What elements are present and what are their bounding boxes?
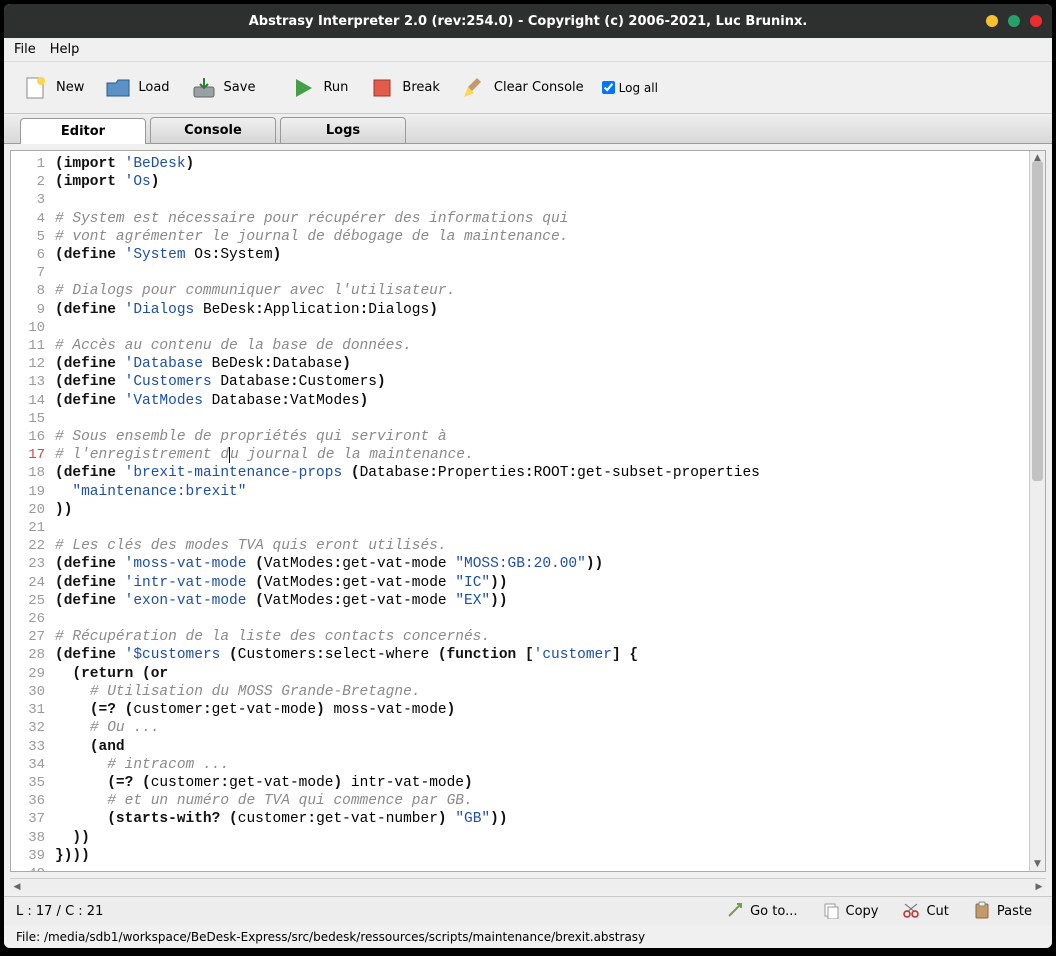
menu-file[interactable]: File (14, 42, 36, 57)
maximize-button[interactable] (1008, 15, 1020, 27)
logall-input[interactable] (602, 81, 615, 94)
cut-button[interactable]: Cut (894, 899, 956, 925)
editor-area[interactable]: 1234567891011121314151617181920212223242… (10, 150, 1046, 872)
tab-logs[interactable]: Logs (280, 117, 406, 143)
copy-icon (822, 901, 840, 923)
new-label: New (56, 80, 84, 95)
clear-label: Clear Console (494, 80, 584, 95)
logall-label: Log all (619, 81, 658, 95)
break-label: Break (402, 80, 439, 95)
line-gutter: 1234567891011121314151617181920212223242… (11, 151, 51, 871)
titlebar: Abstrasy Interpreter 2.0 (rev:254.0) - C… (4, 4, 1052, 38)
filepath-bar: File: /media/sdb1/workspace/BeDesk-Expre… (4, 926, 1052, 948)
tab-editor[interactable]: Editor (20, 118, 146, 144)
new-icon (22, 74, 50, 102)
filepath-label: File: /media/sdb1/workspace/BeDesk-Expre… (16, 930, 645, 944)
break-button[interactable]: Break (360, 70, 447, 106)
window-title: Abstrasy Interpreter 2.0 (rev:254.0) - C… (249, 14, 808, 29)
menubar: File Help (4, 38, 1052, 62)
statusbar: L : 17 / C : 21 Go to... Copy Cut Paste (4, 896, 1052, 926)
scroll-thumb[interactable] (1032, 161, 1043, 481)
paste-button[interactable]: Paste (965, 899, 1040, 925)
clear-console-button[interactable]: Clear Console (452, 70, 592, 106)
save-icon (190, 74, 218, 102)
copy-button[interactable]: Copy (814, 899, 887, 925)
tab-console[interactable]: Console (150, 117, 276, 143)
save-button[interactable]: Save (182, 70, 264, 106)
scissors-icon (902, 901, 920, 923)
clipboard-icon (973, 901, 991, 923)
stop-icon (368, 74, 396, 102)
scroll-right-icon[interactable]: ▶ (1032, 879, 1046, 894)
save-label: Save (224, 80, 256, 95)
new-button[interactable]: New (14, 70, 92, 106)
logall-checkbox[interactable]: Log all (602, 81, 658, 95)
toolbar: New Load Save Run Break Clear Console Lo… (4, 62, 1052, 114)
scroll-left-icon[interactable]: ◀ (10, 879, 24, 894)
minimize-button[interactable] (986, 15, 998, 27)
play-icon (289, 74, 317, 102)
vertical-scrollbar[interactable]: ▲ ▼ (1029, 151, 1045, 871)
close-button[interactable] (1030, 15, 1042, 27)
goto-button[interactable]: Go to... (718, 899, 805, 925)
broom-icon (460, 74, 488, 102)
horizontal-scrollbar[interactable]: ◀ ▶ (10, 878, 1046, 894)
run-button[interactable]: Run (281, 70, 356, 106)
folder-open-icon (104, 74, 132, 102)
goto-icon (726, 901, 744, 923)
load-button[interactable]: Load (96, 70, 177, 106)
scroll-down-icon[interactable]: ▼ (1030, 857, 1045, 871)
tabs: Editor Console Logs (4, 114, 1052, 144)
code-view[interactable]: (import 'BeDesk)(import 'Os) # System es… (51, 151, 1029, 871)
menu-help[interactable]: Help (50, 42, 80, 57)
run-label: Run (323, 80, 348, 95)
load-label: Load (138, 80, 169, 95)
cursor-position: L : 17 / C : 21 (16, 904, 156, 919)
